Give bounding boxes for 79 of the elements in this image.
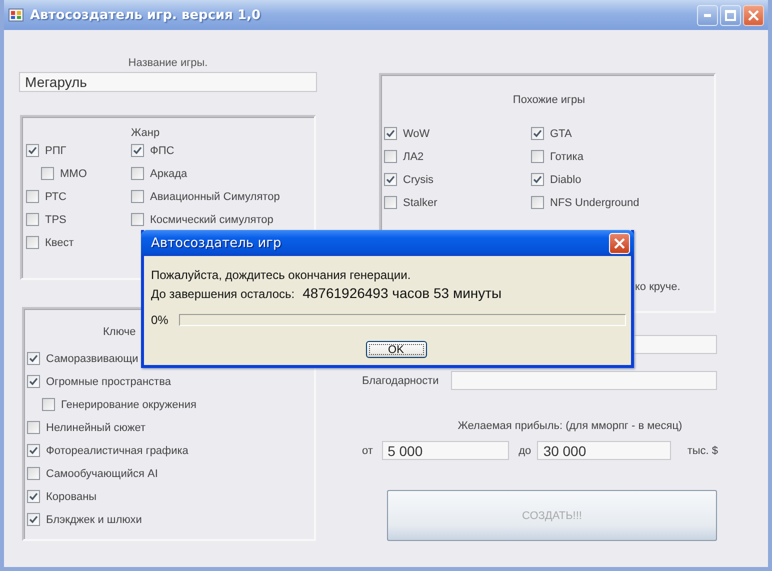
checkbox-label: NFS Underground	[550, 196, 640, 208]
group-title: Жанр	[131, 127, 161, 139]
checkbox[interactable]	[26, 144, 39, 157]
checkbox-label: Космический симулятор	[150, 214, 274, 226]
checkbox[interactable]	[27, 375, 40, 388]
checkbox[interactable]	[131, 213, 144, 226]
checkbox[interactable]	[531, 196, 544, 209]
checkbox-label: Фотореалистичная графика	[46, 444, 188, 456]
checkbox-label: Нелинейный сюжет	[46, 422, 146, 434]
checkbox-label: ММО	[60, 168, 87, 180]
group-title: Ключе	[103, 325, 137, 339]
checkbox[interactable]	[27, 467, 40, 480]
remaining-time: 48761926493 часов 53 минуты	[302, 284, 502, 303]
minimize-button[interactable]	[697, 4, 718, 26]
message-text: До завершения осталось:	[151, 286, 295, 303]
checkbox-label: ЛА2	[403, 150, 424, 162]
unit-label: тыс. $	[687, 444, 718, 456]
checkbox-label: Огромные пространства	[46, 376, 171, 388]
checkbox[interactable]	[27, 490, 40, 503]
checkbox-label: ФПС	[150, 144, 174, 156]
close-button[interactable]	[743, 4, 764, 26]
checkbox[interactable]	[27, 421, 40, 434]
to-field[interactable]: 30 000	[537, 441, 672, 460]
checkbox[interactable]	[42, 398, 55, 411]
checkbox-label: Корованы	[46, 490, 97, 502]
checkbox[interactable]	[27, 513, 40, 526]
checkbox[interactable]	[531, 173, 544, 186]
ok-button[interactable]: OK	[366, 341, 426, 358]
note-text: ко круче.	[635, 281, 682, 293]
checkbox[interactable]	[131, 167, 144, 180]
close-icon[interactable]	[614, 238, 625, 248]
checkbox-label: Генерирование окружения	[61, 398, 196, 410]
checkbox[interactable]	[384, 127, 397, 140]
field-label: Желаемая прибыль: (для мморпг - в месяц)	[456, 419, 684, 433]
checkbox[interactable]	[131, 190, 144, 203]
checkbox-label: GTA	[550, 128, 572, 140]
field-label: Название игры.	[127, 56, 209, 70]
checkbox-label: Аркада	[150, 168, 188, 180]
checkbox[interactable]	[27, 444, 40, 457]
text-field[interactable]	[451, 371, 717, 390]
field-label: до	[518, 444, 532, 456]
group-title: Похожие игры	[512, 93, 586, 107]
name-field[interactable]: Мегаруль	[19, 72, 317, 92]
field-label: Благодарности	[362, 374, 440, 386]
message-text: Пожалуйста, дождитесь окончания генерации.	[151, 267, 412, 284]
checkbox-label: РТС	[45, 190, 67, 202]
checkbox-label: РПГ	[45, 144, 66, 156]
checkbox-label: Самообучающийся AI	[46, 468, 158, 480]
checkbox-label: WoW	[403, 128, 430, 140]
progress-percent: 0%	[151, 313, 170, 327]
maximize-icon[interactable]	[725, 10, 736, 20]
checkbox-label: Авиационный Симулятор	[150, 190, 280, 202]
from-field[interactable]: 5 000	[382, 441, 509, 460]
checkbox[interactable]	[384, 173, 397, 186]
checkbox-label: Diablo	[550, 174, 582, 186]
checkbox-label: Crysis	[403, 174, 434, 186]
checkbox-label: TPS	[45, 214, 66, 226]
checkbox-label: Квест	[45, 236, 74, 248]
checkbox[interactable]	[384, 196, 397, 209]
checkbox[interactable]	[41, 167, 54, 180]
app-icon	[8, 7, 24, 23]
field-label: от	[362, 444, 374, 456]
checkbox-label: Блэкджек и шлюхи	[46, 514, 142, 526]
checkbox[interactable]	[26, 190, 39, 203]
checkbox-label: Stalker	[403, 196, 438, 208]
dialog-title: Автосоздатель игр	[151, 236, 282, 250]
checkbox[interactable]	[131, 144, 144, 157]
checkbox[interactable]	[26, 236, 39, 249]
minimize-icon[interactable]	[704, 14, 711, 16]
checkbox[interactable]	[531, 127, 544, 140]
checkbox[interactable]	[384, 150, 397, 163]
checkbox[interactable]	[27, 352, 40, 365]
close-icon[interactable]	[748, 10, 759, 20]
checkbox-label: Готика	[550, 150, 584, 162]
checkbox[interactable]	[531, 150, 544, 163]
window-title: Автосоздатель игр. версия 1,0	[30, 8, 261, 22]
maximize-button[interactable]	[720, 4, 741, 26]
checkbox-label: Саморазвивающи	[46, 352, 138, 364]
checkbox[interactable]	[26, 213, 39, 226]
